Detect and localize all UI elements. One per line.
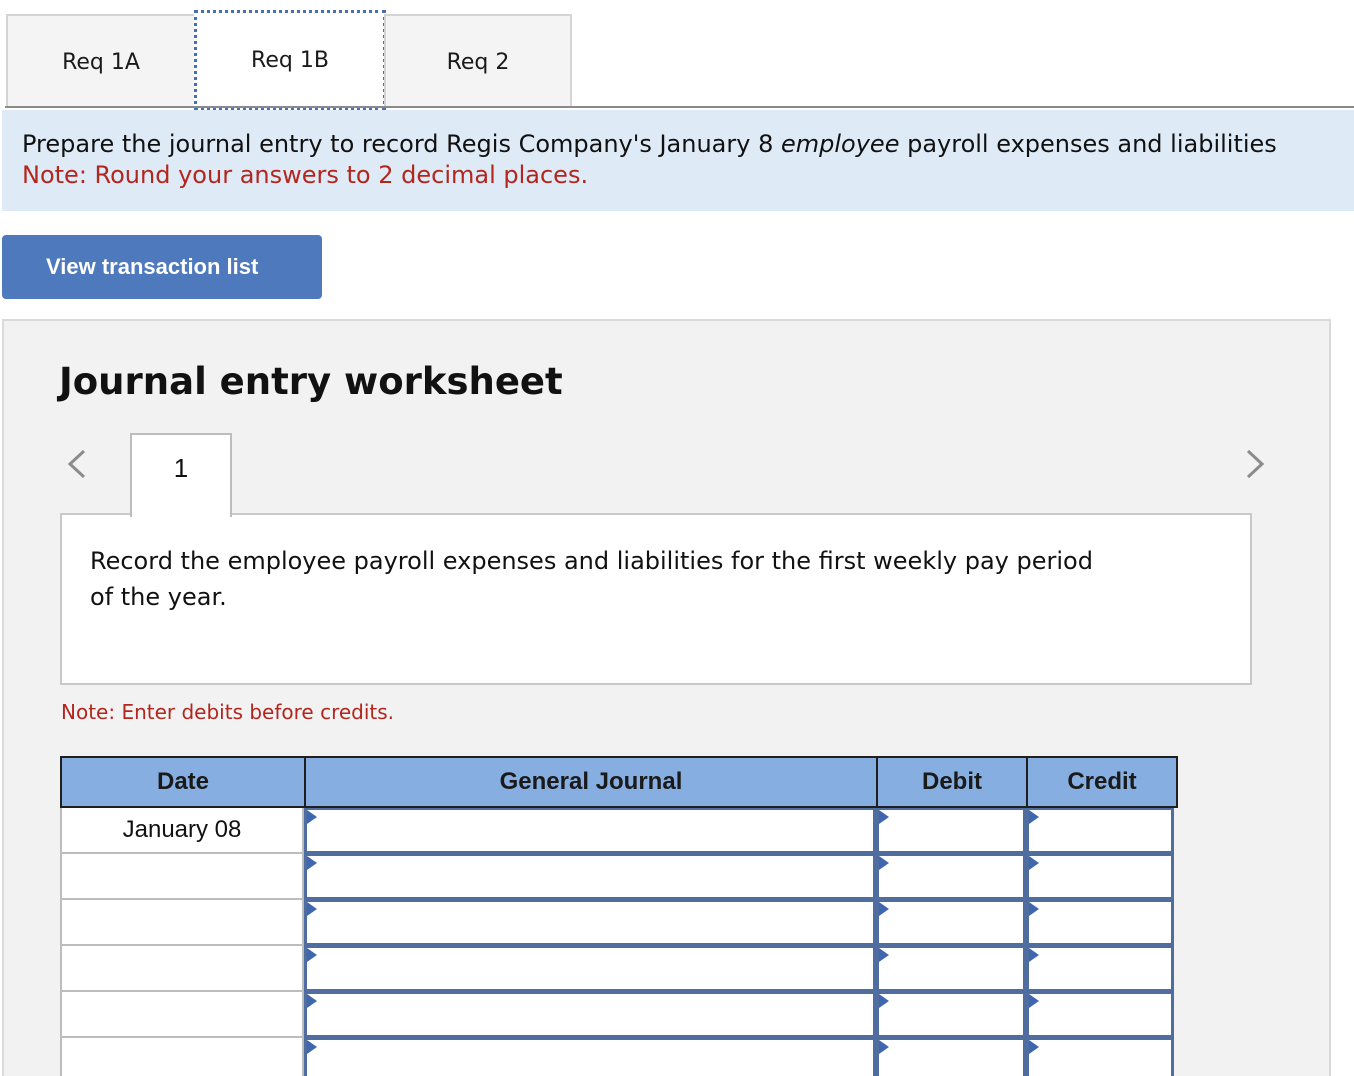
view-transaction-list-button[interactable]: View transaction list — [2, 235, 322, 299]
credit-input[interactable] — [1026, 854, 1174, 900]
page: Req 1A Req 1B Req 2 Prepare the journal … — [0, 0, 1354, 1076]
tab-req-1b[interactable]: Req 1B — [194, 10, 386, 110]
credit-input[interactable] — [1026, 808, 1174, 854]
dropdown-triangle-icon — [307, 994, 317, 1008]
instructions-emphasis: employee — [781, 130, 900, 158]
date-cell — [60, 854, 304, 900]
dropdown-triangle-icon — [1029, 856, 1039, 870]
dropdown-triangle-icon — [1029, 948, 1039, 962]
entry-description-box: Record the employee payroll expenses and… — [60, 513, 1252, 685]
account-input[interactable] — [304, 808, 876, 854]
tab-req-2[interactable]: Req 2 — [384, 14, 572, 108]
column-header-debit: Debit — [878, 758, 1028, 806]
dropdown-triangle-icon — [307, 856, 317, 870]
table-row — [60, 1038, 1178, 1076]
account-input[interactable] — [304, 900, 876, 946]
dropdown-triangle-icon — [307, 1040, 317, 1054]
column-header-general-journal: General Journal — [306, 758, 878, 806]
account-input[interactable] — [304, 992, 876, 1038]
credit-input[interactable] — [1026, 900, 1174, 946]
dropdown-triangle-icon — [879, 902, 889, 916]
instructions-text: Prepare the journal entry to record Regi… — [22, 129, 1354, 160]
worksheet-title: Journal entry worksheet — [59, 360, 563, 403]
dropdown-triangle-icon — [307, 902, 317, 916]
debit-input[interactable] — [876, 1038, 1026, 1076]
instructions-text-end: payroll expenses and liabilities — [899, 130, 1277, 158]
credit-input[interactable] — [1026, 992, 1174, 1038]
table-row — [60, 946, 1178, 992]
dropdown-triangle-icon — [1029, 810, 1039, 824]
chevron-right-icon[interactable] — [1236, 444, 1276, 484]
tab-req-1a[interactable]: Req 1A — [6, 14, 196, 108]
credit-input[interactable] — [1026, 946, 1174, 992]
dropdown-triangle-icon — [1029, 1040, 1039, 1054]
date-cell — [60, 946, 304, 992]
dropdown-triangle-icon — [307, 810, 317, 824]
dropdown-triangle-icon — [879, 810, 889, 824]
table-row — [60, 854, 1178, 900]
dropdown-triangle-icon — [879, 994, 889, 1008]
column-header-credit: Credit — [1067, 768, 1137, 795]
tab-label: Req 1B — [251, 47, 329, 73]
dropdown-triangle-icon — [307, 948, 317, 962]
date-cell: January 08 — [60, 808, 304, 854]
table-row: January 08 — [60, 808, 1178, 854]
tab-label: Req 2 — [446, 49, 510, 75]
dropdown-triangle-icon — [879, 1040, 889, 1054]
chevron-left-icon[interactable] — [58, 444, 98, 484]
column-header-date: Date — [62, 758, 306, 806]
tab-divider — [5, 106, 1354, 108]
entry-description: Record the employee payroll expenses and… — [90, 547, 1093, 611]
date-cell — [60, 1038, 304, 1076]
instructions-banner: Prepare the journal entry to record Regi… — [2, 110, 1354, 211]
rounding-note: Note: Round your answers to 2 decimal pl… — [22, 161, 589, 189]
debits-credits-note: Note: Enter debits before credits. — [61, 700, 395, 724]
debit-input[interactable] — [876, 992, 1026, 1038]
entry-tab-label: 1 — [173, 453, 189, 483]
credit-input[interactable] — [1026, 1038, 1174, 1076]
instructions-text-start: Prepare the journal entry to record Regi… — [22, 130, 781, 158]
debit-input[interactable] — [876, 946, 1026, 992]
journal-table-header: Date General Journal Debit Credit — [60, 756, 1178, 808]
dropdown-triangle-icon — [879, 948, 889, 962]
view-transaction-list-label: View transaction list — [46, 254, 259, 279]
dropdown-triangle-icon — [1029, 994, 1039, 1008]
account-input[interactable] — [304, 854, 876, 900]
account-input[interactable] — [304, 1038, 876, 1076]
debit-input[interactable] — [876, 854, 1026, 900]
date-cell — [60, 900, 304, 946]
date-cell — [60, 992, 304, 1038]
dropdown-triangle-icon — [879, 856, 889, 870]
table-row — [60, 900, 1178, 946]
entry-tab-1[interactable]: 1 — [130, 433, 232, 517]
journal-table: Date General Journal Debit Credit Januar… — [60, 756, 1178, 1076]
debit-input[interactable] — [876, 900, 1026, 946]
dropdown-triangle-icon — [1029, 902, 1039, 916]
account-input[interactable] — [304, 946, 876, 992]
table-row — [60, 992, 1178, 1038]
debit-input[interactable] — [876, 808, 1026, 854]
tab-label: Req 1A — [62, 49, 140, 75]
